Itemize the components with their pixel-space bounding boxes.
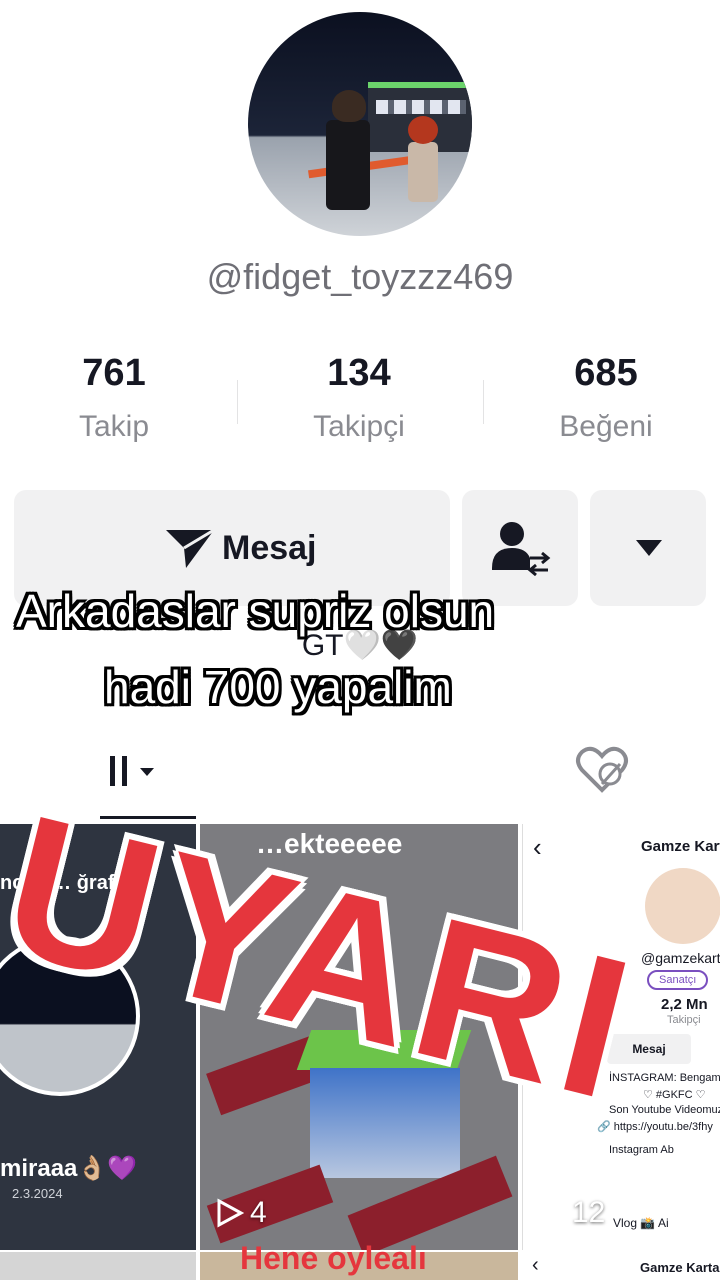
overlay-caption-line-2: hadi 700 yapalim	[104, 661, 452, 713]
stat-divider	[237, 380, 238, 424]
stat-divider	[483, 380, 484, 424]
video-5-caption: Hene oylealı	[240, 1240, 427, 1276]
stat-likes-label: Beğeni	[559, 410, 653, 443]
video-3-views: 12	[538, 1196, 605, 1230]
video-1-name: miraaa👌🏼💜	[0, 1155, 138, 1182]
video-3-bio-line: ♡ #GKFC ♡	[643, 1089, 706, 1101]
video-3-title: Gamze Karta	[641, 838, 720, 855]
stat-followers-count: 134	[327, 352, 391, 394]
stat-followers[interactable]: 134 Takipçi	[259, 352, 459, 444]
tab-liked[interactable]	[574, 744, 630, 801]
play-icon	[217, 1198, 244, 1228]
stat-following[interactable]: 761 Takip	[14, 352, 214, 444]
hidden-heart-icon	[576, 746, 628, 793]
avatar-character-2	[408, 116, 438, 202]
video-thumbnail-6[interactable]: ‹ Gamze Karta	[522, 1252, 720, 1280]
back-arrow-icon: ‹	[532, 1254, 539, 1276]
video-3-bio-line: Instagram Ab	[609, 1144, 674, 1156]
video-3-badge: Sanatçı	[647, 970, 709, 990]
video-3-avatar	[645, 868, 720, 944]
video-grid-row-2: Hene oylealı ‹ Gamze Karta	[0, 1240, 720, 1280]
grid-menu-icon	[110, 756, 154, 786]
video-3-handle: @gamzekarta	[641, 950, 720, 966]
stat-following-count: 761	[82, 352, 146, 394]
stat-followers-label: Takipçi	[313, 410, 405, 443]
video-3-bio-line: İNSTAGRAM: Bengamz	[609, 1072, 720, 1084]
video-3-followers: 2,2 Mn	[661, 996, 708, 1013]
overlay-caption-line-1: Arkadaslar supriz olsun	[16, 585, 495, 637]
more-options-button[interactable]	[590, 490, 706, 606]
stat-likes[interactable]: 685 Beğeni	[506, 352, 706, 444]
video-6-title: Gamze Karta	[640, 1260, 720, 1275]
username: @fidget_toyzzz469	[206, 256, 514, 297]
profile-avatar[interactable]	[248, 12, 472, 236]
video-3-bio-line: 🔗 https://youtu.be/3fhy	[597, 1121, 713, 1133]
tab-videos[interactable]	[104, 748, 160, 792]
send-icon	[166, 528, 215, 568]
video-3-view-count: 12	[572, 1196, 606, 1229]
video-3-bio-line: Son Youtube Videomuz	[609, 1104, 720, 1116]
video-2-views: 4	[216, 1196, 267, 1230]
video-2-view-count: 4	[250, 1196, 267, 1229]
video-thumbnail-4[interactable]	[0, 1252, 196, 1280]
message-button-label: Mesaj	[222, 528, 317, 567]
stat-likes-count: 685	[574, 352, 638, 394]
video-3-tab-label: Vlog 📸 Ai	[613, 1216, 669, 1230]
stat-following-label: Takip	[78, 410, 150, 443]
video-3-followers-label: Takipçi	[667, 1014, 701, 1026]
play-icon	[539, 1198, 566, 1228]
video-thumbnail-5[interactable]: Hene oylealı	[200, 1240, 518, 1280]
avatar-character	[326, 90, 370, 210]
chevron-down-icon	[636, 540, 662, 556]
user-swap-icon	[492, 522, 551, 576]
back-arrow-icon: ‹	[533, 832, 542, 862]
video-1-date: 2.3.2024	[12, 1186, 63, 1201]
